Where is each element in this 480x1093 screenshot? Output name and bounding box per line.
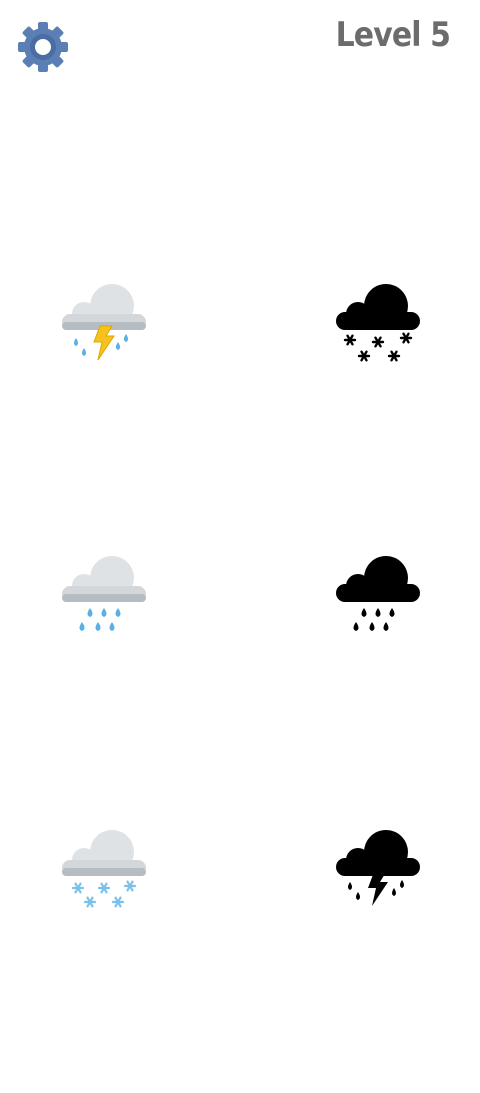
piece-cloud-lightning-rain[interactable]: [54, 276, 154, 376]
piece-cloud-rain[interactable]: [54, 548, 154, 648]
gear-icon: [18, 22, 68, 72]
cloud-with-lightning-and-rain-icon: [62, 284, 146, 361]
cloud-with-snow-icon: [62, 830, 146, 908]
target-slot-cloud-snow[interactable]: [328, 276, 428, 376]
target-slot-cloud-rain[interactable]: [328, 548, 428, 648]
level-label: Level 5: [335, 15, 451, 55]
cloud-with-lightning-and-rain-silhouette-icon: [336, 830, 420, 906]
settings-button[interactable]: [14, 18, 72, 76]
cloud-with-rain-icon: [62, 556, 146, 631]
cloud-with-rain-silhouette-icon: [336, 556, 420, 631]
piece-cloud-snow[interactable]: [54, 822, 154, 922]
cloud-with-snow-silhouette-icon: [336, 284, 420, 362]
target-slot-cloud-lightning-rain[interactable]: [328, 822, 428, 922]
game-screen: Level 5: [0, 0, 480, 1093]
